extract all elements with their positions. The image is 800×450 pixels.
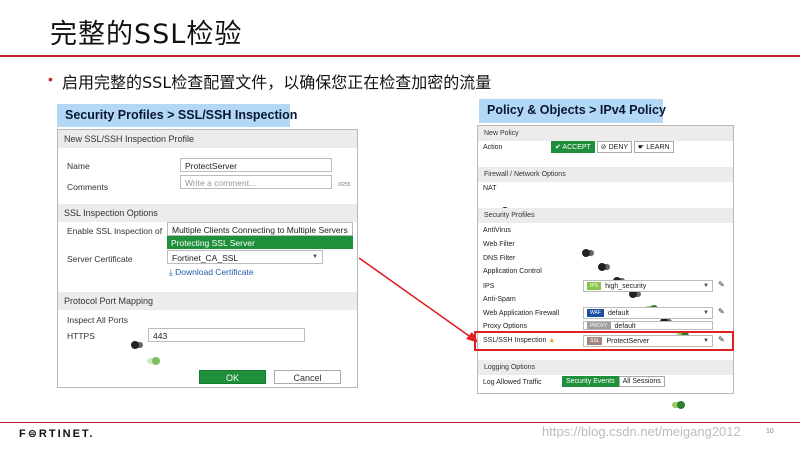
ssl-inspection-text: SSL/SSH Inspection xyxy=(483,337,547,344)
download-cert-label: Download Certificate xyxy=(175,267,254,277)
option-protecting-ssl-server[interactable]: Protecting SSL Server xyxy=(167,236,353,249)
new-policy-header: New Policy xyxy=(478,126,733,141)
fortinet-logo: F⊜RTINET. xyxy=(19,428,95,440)
firewall-section: Firewall / Network Options xyxy=(478,167,733,182)
title-divider xyxy=(0,55,800,57)
name-input[interactable]: ProtectServer xyxy=(180,158,332,172)
comments-label: Comments xyxy=(67,182,109,192)
proxy-tag: PROXY xyxy=(587,322,611,329)
web-filter-toggle[interactable] xyxy=(597,263,610,271)
log-allowed-toggle[interactable] xyxy=(671,401,685,409)
chevron-down-icon: ▼ xyxy=(312,254,318,260)
https-toggle[interactable] xyxy=(147,357,161,365)
web-filter-label: Web Filter xyxy=(483,241,515,248)
waf-select[interactable]: WAF default ▼ xyxy=(583,307,713,319)
deny-button[interactable]: ⊘ DENY xyxy=(596,141,633,153)
proxy-options-label: Proxy Options xyxy=(483,323,527,330)
ips-select[interactable]: IPS high_security ▼ xyxy=(583,280,713,292)
bullet-icon: • xyxy=(48,71,53,87)
inspect-all-ports-label: Inspect All Ports xyxy=(67,315,128,325)
watermark: https://blog.csdn.net/meigang2012 xyxy=(542,424,741,439)
download-icon: ⤓ xyxy=(169,267,173,277)
ssl-value: ProtectServer xyxy=(606,337,650,345)
learn-button[interactable]: ☛ LEARN xyxy=(634,141,674,153)
anti-spam-label: Anti-Spam xyxy=(483,296,516,303)
log-options: Security Events All Sessions xyxy=(562,376,665,387)
page-number: 10 xyxy=(766,428,774,435)
ipv4-policy-panel: New Policy Action ✔ ACCEPT ⊘ DENY ☛ LEAR… xyxy=(474,125,734,409)
ssl-inspection-label: SSL/SSH Inspection ▲ xyxy=(483,337,555,344)
waf-label: Web Application Firewall xyxy=(483,310,560,317)
waf-edit-icon[interactable]: ✎ xyxy=(718,307,725,316)
panel-header: New SSL/SSH Inspection Profile xyxy=(58,130,357,148)
ok-button[interactable]: OK xyxy=(199,370,266,384)
enable-ssl-label: Enable SSL Inspection of xyxy=(67,226,163,236)
ips-value: high_security xyxy=(605,282,647,290)
antivirus-label: AntiVirus xyxy=(483,227,511,234)
ssl-inspection-profile-panel: New SSL/SSH Inspection Profile Name Prot… xyxy=(57,129,358,388)
server-cert-value: Fortinet_CA_SSL xyxy=(172,253,239,263)
chevron-down-icon: ▼ xyxy=(703,310,709,316)
nat-label: NAT xyxy=(483,185,497,192)
https-port-input[interactable]: 443 xyxy=(148,328,305,342)
chevron-down-icon: ▼ xyxy=(703,338,709,344)
all-sessions-button[interactable]: All Sessions xyxy=(618,376,665,387)
dns-filter-label: DNS Filter xyxy=(483,255,516,262)
slide-title: 完整的SSL检验 xyxy=(50,19,243,50)
footer-divider xyxy=(0,422,800,423)
security-events-button[interactable]: Security Events xyxy=(562,376,619,387)
cancel-button[interactable]: Cancel xyxy=(274,370,341,384)
app-control-label: Application Control xyxy=(483,268,542,275)
comments-counter: 0/255 xyxy=(338,182,351,188)
accept-button[interactable]: ✔ ACCEPT xyxy=(551,141,595,153)
bullet-text: 启用完整的SSL检查配置文件，以确保您正在检查加密的流量 xyxy=(62,73,492,92)
ssl-options-section: SSL Inspection Options xyxy=(58,204,357,222)
chevron-down-icon: ▼ xyxy=(703,283,709,289)
ips-label: IPS xyxy=(483,283,495,290)
server-cert-select[interactable]: Fortinet_CA_SSL ▼ xyxy=(167,250,323,264)
ips-tag: IPS xyxy=(587,282,602,290)
ssl-inspection-select[interactable]: SSL ProtectServer ▼ xyxy=(583,335,713,347)
proxy-select[interactable]: PROXY default xyxy=(583,321,713,330)
proxy-value: default xyxy=(614,322,636,330)
name-label: Name xyxy=(67,161,90,171)
security-profiles-section: Security Profiles xyxy=(478,208,733,223)
waf-tag: WAF xyxy=(587,309,604,317)
ips-edit-icon[interactable]: ✎ xyxy=(718,280,725,289)
inspect-all-ports-toggle[interactable] xyxy=(131,341,143,349)
logging-section: Logging Options xyxy=(478,360,733,375)
antivirus-toggle[interactable] xyxy=(582,249,595,257)
option-multiple-clients[interactable]: Multiple Clients Connecting to Multiple … xyxy=(167,222,353,236)
action-buttons: ✔ ACCEPT ⊘ DENY ☛ LEARN xyxy=(551,141,674,153)
log-allowed-label: Log Allowed Traffic xyxy=(483,379,542,386)
port-mapping-section: Protocol Port Mapping xyxy=(58,292,357,310)
ssl-edit-icon[interactable]: ✎ xyxy=(718,335,725,344)
ssl-inspection-breadcrumb: Security Profiles > SSL/SSH Inspection xyxy=(57,104,297,127)
download-cert-link[interactable]: ⤓ Download Certificate xyxy=(169,267,254,278)
warning-icon: ▲ xyxy=(548,337,556,344)
server-cert-label: Server Certificate xyxy=(67,254,133,264)
ssl-tag: SSL xyxy=(587,337,603,345)
action-label: Action xyxy=(483,144,503,151)
ipv4-policy-breadcrumb: Policy & Objects > IPv4 Policy xyxy=(479,99,666,123)
waf-value: default xyxy=(607,309,629,317)
https-label: HTTPS xyxy=(67,331,95,341)
connector-arrow xyxy=(358,257,479,343)
comments-textarea[interactable]: Write a comment... xyxy=(180,175,332,189)
